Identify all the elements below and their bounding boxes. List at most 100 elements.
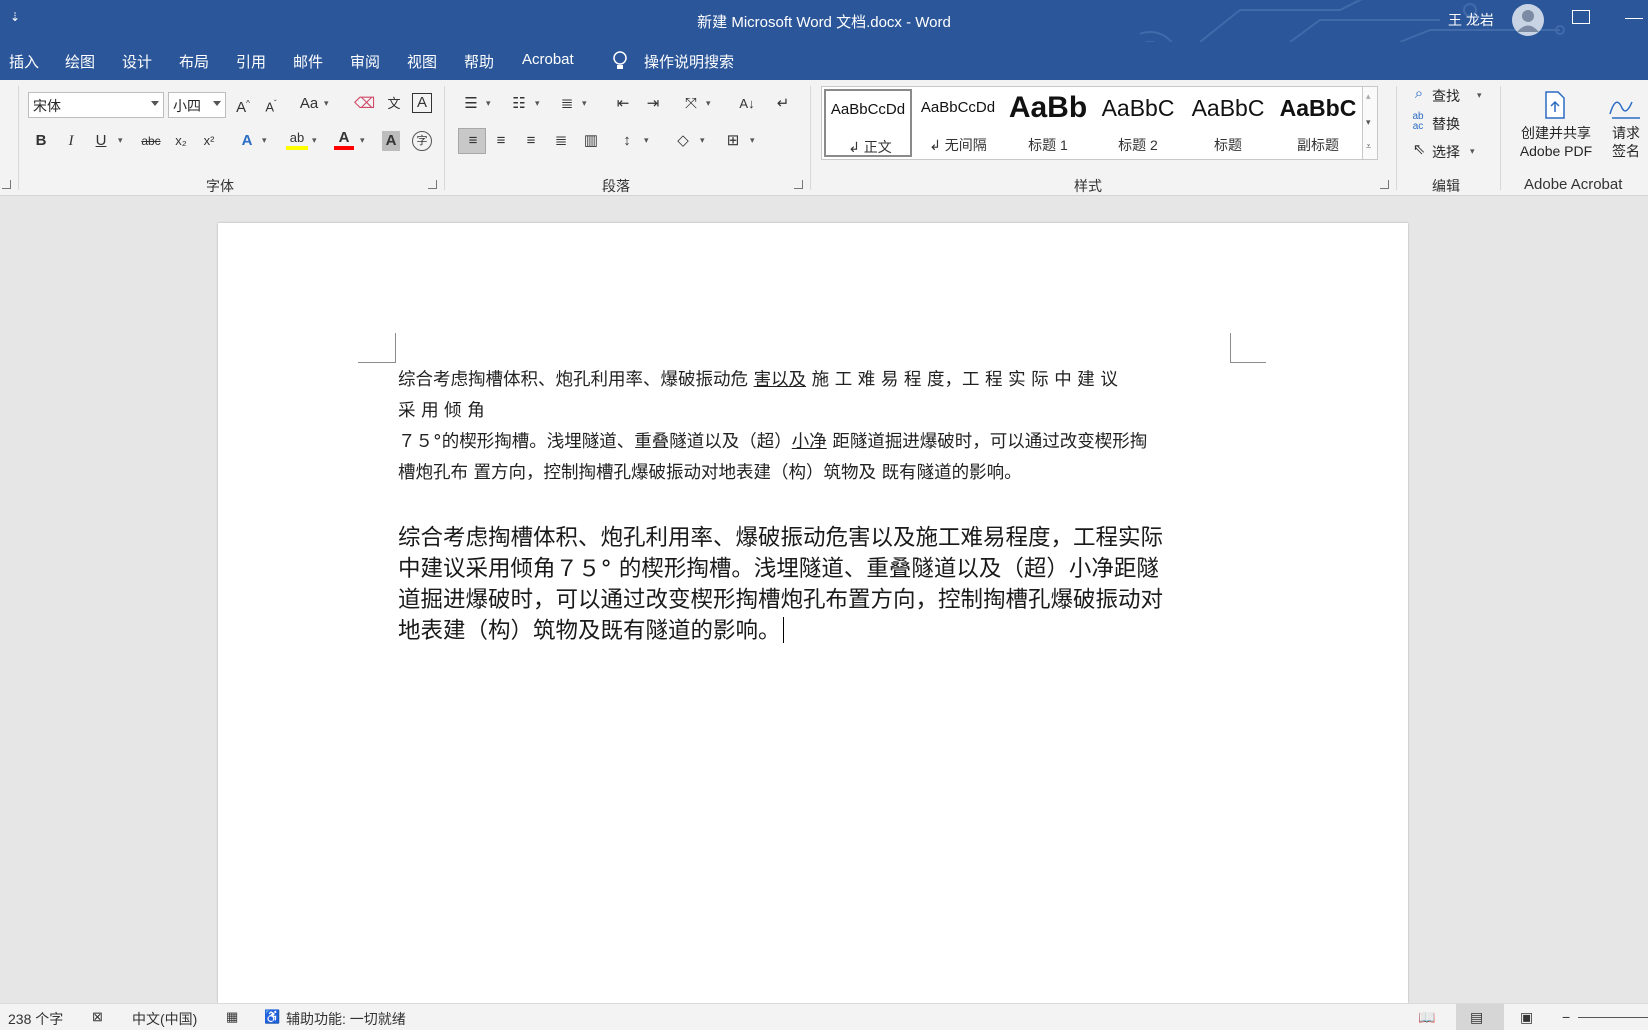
character-border-icon[interactable]: A — [412, 93, 432, 113]
formatted-paragraph[interactable]: 综合考虑掏槽体积、炮孔利用率、爆破振动危害以及施工难易程度，工程实际 中建议采用… — [398, 523, 1228, 647]
language-indicator[interactable]: 中文(中国) — [132, 1009, 197, 1029]
enclose-characters-icon[interactable]: 字 — [412, 131, 432, 151]
italic-button[interactable]: I — [62, 131, 80, 151]
chevron-down-icon[interactable]: ▾ — [486, 98, 491, 109]
borders-icon[interactable]: ⊞ — [722, 131, 744, 151]
style-heading-1[interactable]: AaBb 标题 1 — [1004, 89, 1092, 157]
numbering-icon[interactable]: ☷ — [508, 94, 530, 114]
sort-icon[interactable]: A↓ — [736, 94, 758, 114]
character-shading-icon[interactable]: A — [382, 131, 400, 151]
tab-help[interactable]: 帮助 — [464, 51, 494, 72]
chevron-down-icon[interactable]: ▾ — [750, 135, 755, 146]
replace-button[interactable]: 替换 — [1432, 114, 1460, 134]
user-name[interactable]: 王 龙岩 — [1448, 10, 1494, 30]
web-layout-icon[interactable]: ▣ — [1520, 1009, 1533, 1026]
replace-icon[interactable]: ab ac — [1408, 112, 1428, 132]
increase-indent-icon[interactable]: ⇥ — [642, 94, 664, 114]
align-center-icon[interactable]: ≡ — [490, 131, 512, 151]
zoom-slider[interactable] — [1578, 1017, 1648, 1018]
tab-view[interactable]: 视图 — [407, 51, 437, 72]
style-no-spacing[interactable]: AaBbCcDd ↲ 无间隔 — [914, 89, 1002, 157]
chevron-down-icon[interactable] — [151, 101, 159, 106]
align-right-icon[interactable]: ≡ — [520, 131, 542, 151]
chevron-down-icon[interactable]: ▾ — [360, 135, 365, 146]
read-mode-icon[interactable]: 📖 — [1418, 1009, 1435, 1026]
chevron-down-icon[interactable]: ▾ — [582, 98, 587, 109]
line-spacing-icon[interactable]: ↕ — [616, 131, 638, 151]
chevron-down-icon[interactable]: ▾ — [262, 135, 267, 146]
tab-layout[interactable]: 布局 — [179, 51, 209, 72]
styles-dialog-launcher[interactable] — [1380, 180, 1389, 189]
tab-acrobat[interactable]: Acrobat — [522, 51, 574, 68]
font-size-combo[interactable]: 小四 — [168, 92, 226, 118]
tab-insert[interactable]: 插入 — [9, 51, 39, 72]
create-share-pdf-button[interactable]: 创建并共享 Adobe PDF — [1508, 124, 1604, 160]
tab-draw[interactable]: 绘图 — [65, 51, 95, 72]
chevron-down-icon[interactable]: ▾ — [118, 135, 123, 146]
shrink-font-icon[interactable]: Aˇ — [262, 94, 280, 117]
tell-me-search[interactable]: 操作说明搜索 — [644, 51, 734, 72]
subscript-button[interactable]: x₂ — [170, 131, 192, 151]
accessibility-icon[interactable]: ♿ — [264, 1009, 280, 1025]
styles-scrollbar[interactable]: ▴ ▾ ⩡ — [1362, 86, 1378, 160]
chevron-down-icon[interactable]: ▾ — [644, 135, 649, 146]
style-title[interactable]: AaBbC 标题 — [1184, 89, 1272, 157]
select-cursor-icon[interactable]: ⇖ — [1410, 140, 1428, 160]
search-icon[interactable]: ⌕ — [1410, 84, 1428, 104]
underline-button[interactable]: U — [92, 131, 110, 151]
shading-icon[interactable]: ◇ — [672, 131, 694, 151]
superscript-button[interactable]: x² — [198, 131, 220, 151]
chevron-down-icon[interactable]: ▾ — [312, 135, 317, 146]
phonetic-guide-icon[interactable]: 文 — [384, 94, 404, 114]
font-name-combo[interactable]: 宋体 — [28, 92, 164, 118]
more-styles-icon[interactable]: ⩡ — [1366, 141, 1371, 152]
style-heading-2[interactable]: AaBbC 标题 2 — [1094, 89, 1182, 157]
document-page[interactable]: 综合考虑掏槽体积、炮孔利用率、爆破振动危 害以及 施 工 难 易 程 度，工 程… — [218, 223, 1408, 1003]
find-button[interactable]: 查找 — [1432, 86, 1460, 106]
bullets-icon[interactable]: ☰ — [460, 94, 482, 114]
avatar[interactable] — [1512, 4, 1544, 36]
chevron-down-icon[interactable]: ▾ — [535, 98, 540, 109]
highlight-icon[interactable]: ab — [286, 128, 308, 150]
text-effects-icon[interactable]: A — [238, 131, 256, 151]
paragraph-dialog-launcher[interactable] — [794, 180, 803, 189]
ribbon-display-icon[interactable] — [1572, 10, 1590, 24]
strikethrough-button[interactable]: abc — [138, 131, 164, 151]
chevron-down-icon[interactable]: ▾ — [1366, 117, 1371, 128]
proofing-icon[interactable]: ⊠ — [92, 1009, 103, 1025]
tab-mailings[interactable]: 邮件 — [293, 51, 323, 72]
request-signature-button[interactable]: 请求 签名 — [1604, 124, 1648, 160]
show-marks-icon[interactable]: ↵ — [772, 94, 794, 114]
chevron-down-icon[interactable]: ▾ — [324, 98, 329, 109]
tab-design[interactable]: 设计 — [122, 51, 152, 72]
justify-icon[interactable]: ≣ — [550, 131, 572, 151]
multilevel-list-icon[interactable]: ≣ — [556, 94, 578, 114]
clipboard-dialog-launcher[interactable] — [2, 180, 11, 189]
word-count[interactable]: 238 个字 — [8, 1009, 63, 1029]
style-subtitle[interactable]: AaBbC 副标题 — [1274, 89, 1362, 157]
style-normal[interactable]: AaBbCcDd ↲ 正文 — [824, 89, 912, 157]
clear-formatting-icon[interactable]: ⌫ — [354, 94, 375, 114]
font-color-icon[interactable]: A — [334, 128, 354, 150]
pasted-paragraph[interactable]: 综合考虑掏槽体积、炮孔利用率、爆破振动危 害以及 施 工 难 易 程 度，工 程… — [398, 365, 1218, 489]
asian-layout-icon[interactable]: ⤧ — [680, 94, 702, 114]
tab-references[interactable]: 引用 — [236, 51, 266, 72]
tab-review[interactable]: 审阅 — [350, 51, 380, 72]
grow-font-icon[interactable]: A^ — [234, 94, 252, 118]
chevron-down-icon[interactable]: ▾ — [1477, 90, 1482, 101]
font-dialog-launcher[interactable] — [428, 180, 437, 189]
chevron-down-icon[interactable]: ▾ — [1470, 146, 1475, 157]
bold-button[interactable]: B — [32, 131, 50, 151]
select-button[interactable]: 选择 — [1432, 142, 1460, 162]
change-case-button[interactable]: Aa — [298, 94, 320, 114]
chevron-up-icon[interactable]: ▴ — [1366, 91, 1371, 102]
chevron-down-icon[interactable]: ▾ — [706, 98, 711, 109]
accessibility-status[interactable]: 辅助功能: 一切就绪 — [286, 1009, 406, 1029]
zoom-out-icon[interactable]: − — [1562, 1009, 1570, 1025]
decrease-indent-icon[interactable]: ⇤ — [612, 94, 634, 114]
macro-record-icon[interactable]: ▦ — [226, 1009, 238, 1025]
chevron-down-icon[interactable] — [213, 101, 221, 106]
distributed-icon[interactable]: ▥ — [580, 131, 602, 151]
chevron-down-icon[interactable]: ▾ — [700, 135, 705, 146]
minimize-icon[interactable] — [1625, 18, 1643, 19]
